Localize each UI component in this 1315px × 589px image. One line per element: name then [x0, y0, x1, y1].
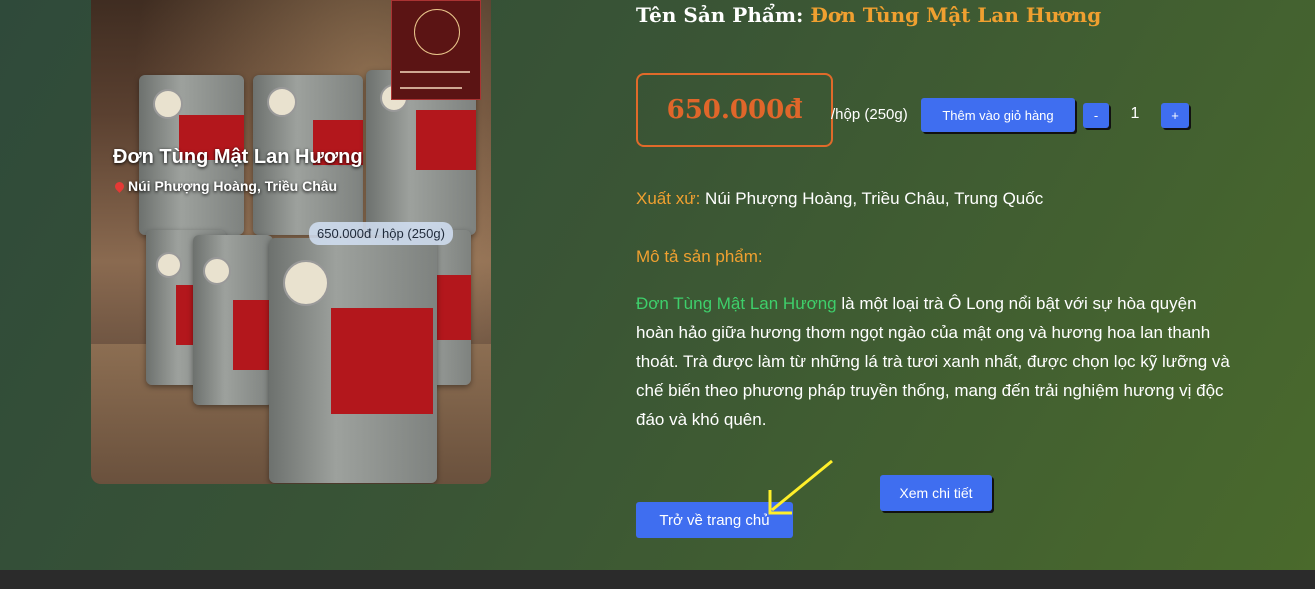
footer-bar — [0, 570, 1315, 589]
description-body: là một loại trà Ô Long nổi bật với sự hò… — [636, 294, 1230, 429]
image-origin-text: Núi Phượng Hoàng, Triều Châu — [128, 178, 338, 194]
tea-tin-front — [269, 238, 437, 483]
image-title: Đơn Tùng Mật Lan Hương — [113, 146, 363, 168]
view-detail-button[interactable]: Xem chi tiết — [880, 475, 992, 511]
add-to-cart-button[interactable]: Thêm vào giỏ hàng — [921, 98, 1075, 132]
price-box: 650.000đ — [636, 73, 833, 147]
product-name-label: Tên Sản Phẩm: — [636, 3, 804, 27]
image-price-tag: 650.000đ / hộp (250g) — [309, 222, 453, 245]
description-highlight: Đơn Tùng Mật Lan Hương — [636, 294, 837, 313]
description-heading: Mô tả sản phẩm: — [636, 247, 763, 266]
quantity-value: 1 — [1130, 105, 1140, 122]
description-text: Đơn Tùng Mật Lan Hương là một loại trà Ô… — [636, 289, 1236, 434]
origin-line: Xuất xứ: Núi Phượng Hoàng, Triều Châu, T… — [636, 189, 1043, 209]
arrow-annotation-icon — [768, 459, 833, 515]
origin-value: Núi Phượng Hoàng, Triều Châu, Trung Quốc — [705, 189, 1044, 208]
logo-emblem — [414, 9, 460, 55]
location-pin-icon — [113, 180, 126, 193]
origin-label: Xuất xứ: — [636, 189, 701, 208]
image-origin: Núi Phượng Hoàng, Triều Châu — [113, 178, 338, 194]
price-value: 650.000đ — [666, 95, 803, 125]
product-name-value: Đơn Tùng Mật Lan Hương — [810, 3, 1102, 27]
product-name: Tên Sản Phẩm: Đơn Tùng Mật Lan Hương — [636, 3, 1101, 27]
price-unit: /hộp (250g) — [831, 106, 908, 123]
tea-tin — [193, 235, 273, 405]
shop-logo-badge — [391, 0, 481, 100]
quantity-decrease-button[interactable]: - — [1083, 103, 1109, 128]
product-image: Đơn Tùng Mật Lan Hương Núi Phượng Hoàng,… — [91, 0, 491, 484]
quantity-increase-button[interactable]: + — [1161, 103, 1189, 128]
